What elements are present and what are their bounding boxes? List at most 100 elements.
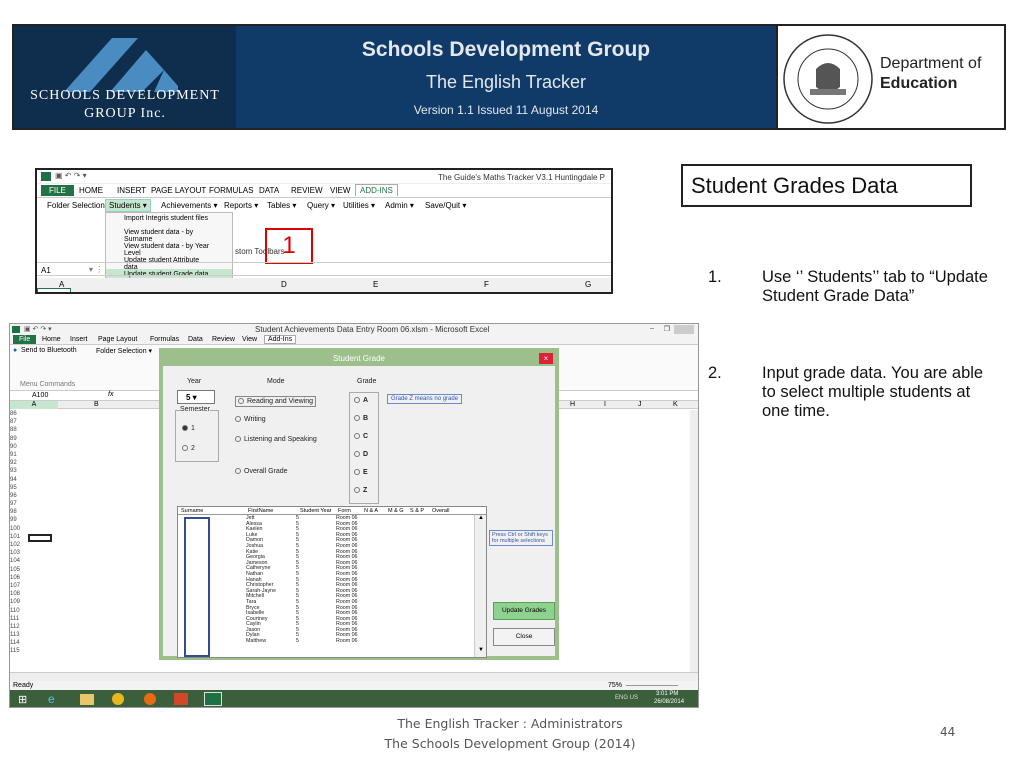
main-folder-selection[interactable]: Folder Selection ▾: [96, 347, 152, 355]
dropdown-view-surname[interactable]: View student data - by Surname: [106, 227, 232, 243]
grade-z-radio[interactable]: Z: [354, 487, 367, 494]
row-number[interactable]: 101: [10, 533, 24, 541]
main-col-a[interactable]: A: [10, 401, 58, 409]
col-header-d[interactable]: D: [281, 280, 287, 289]
scroll-down-icon[interactable]: ▼: [478, 647, 484, 653]
menu-admin[interactable]: Admin ▾: [385, 201, 414, 210]
scroll-up-icon[interactable]: ▲: [478, 515, 484, 521]
grade-b-radio[interactable]: B: [354, 415, 368, 422]
row-number[interactable]: 94: [10, 476, 24, 484]
main-tab-file[interactable]: File: [13, 335, 37, 344]
row-number[interactable]: 110: [10, 607, 24, 615]
main-col-h[interactable]: H: [570, 401, 575, 408]
row-number[interactable]: 90: [10, 443, 24, 451]
name-box[interactable]: A1: [41, 266, 51, 275]
zoom-slider[interactable]: [626, 685, 678, 686]
col-header-g[interactable]: G: [585, 280, 591, 289]
mode-writing-radio[interactable]: Writing: [235, 416, 266, 423]
send-to-bluetooth[interactable]: Send to Bluetooth: [21, 347, 77, 354]
row-number[interactable]: 105: [10, 566, 24, 574]
main-tab-view[interactable]: View: [242, 336, 257, 343]
row-number[interactable]: 108: [10, 590, 24, 598]
excel-taskbar-icon[interactable]: [204, 692, 222, 706]
year-select[interactable]: 5 ▾: [177, 390, 215, 404]
powerpoint-icon[interactable]: [174, 693, 188, 705]
row-number[interactable]: 100: [10, 525, 24, 533]
tab-review[interactable]: REVIEW: [291, 186, 323, 195]
main-tab-review[interactable]: Review: [212, 336, 235, 343]
vertical-scrollbar[interactable]: [690, 410, 698, 672]
row-number[interactable]: 98: [10, 508, 24, 516]
row-number[interactable]: 91: [10, 451, 24, 459]
menu-save-quit[interactable]: Save/Quit ▾: [425, 201, 466, 210]
selected-cell[interactable]: [37, 288, 71, 292]
row-number[interactable]: 89: [10, 435, 24, 443]
row-number[interactable]: 99: [10, 516, 24, 524]
dialog-close-icon[interactable]: ×: [539, 353, 553, 364]
menu-utilities[interactable]: Utilities ▾: [343, 201, 375, 210]
col-header-e[interactable]: E: [373, 280, 378, 289]
main-tab-data[interactable]: Data: [188, 336, 203, 343]
minimize-icon[interactable]: –: [650, 325, 654, 332]
firefox-icon[interactable]: [144, 693, 156, 705]
close-window-icon[interactable]: [674, 325, 694, 334]
mode-reading-radio[interactable]: Reading and Viewing: [235, 396, 317, 407]
row-number[interactable]: 111: [10, 615, 24, 623]
file-explorer-icon[interactable]: [80, 694, 94, 705]
row-number[interactable]: 97: [10, 500, 24, 508]
student-table[interactable]: Jett 5 Room 06 Alessa 5 Room 06 Kaelen 5 Room 06…: [244, 515, 360, 645]
tab-insert[interactable]: INSERT: [117, 186, 146, 195]
semester-2-radio[interactable]: 2: [182, 445, 195, 452]
row-number[interactable]: 104: [10, 557, 24, 565]
main-tab-page-layout[interactable]: Page Layout: [98, 336, 137, 343]
bluetooth-icon[interactable]: ●: [13, 347, 17, 354]
menu-tables[interactable]: Tables ▾: [267, 201, 296, 210]
list-scrollbar[interactable]: ▲ ▼: [474, 515, 486, 657]
main-tab-home[interactable]: Home: [42, 336, 61, 343]
row-number[interactable]: 88: [10, 426, 24, 434]
dropdown-view-year[interactable]: View student data - by Year Level: [106, 241, 232, 257]
tab-add-ins[interactable]: ADD-INS: [355, 184, 398, 196]
update-grades-button[interactable]: Update Grades: [493, 602, 555, 620]
main-tab-formulas[interactable]: Formulas: [150, 336, 179, 343]
restore-icon[interactable]: ❐: [664, 325, 670, 333]
mode-listening-radio[interactable]: Listening and Speaking: [235, 436, 317, 443]
active-cell[interactable]: [28, 534, 52, 542]
menu-students[interactable]: Students ▾: [105, 199, 151, 212]
dropdown-import[interactable]: Import Integris student files: [106, 213, 232, 227]
main-col-i[interactable]: I: [604, 401, 606, 408]
main-col-j[interactable]: J: [638, 401, 642, 408]
semester-1-radio[interactable]: 1: [182, 425, 195, 432]
ie-icon[interactable]: e: [48, 692, 55, 706]
function-icon[interactable]: fx: [108, 391, 113, 398]
close-button[interactable]: Close: [493, 628, 555, 646]
student-list[interactable]: Surname FirstName Student Year Form N & …: [177, 506, 487, 658]
table-row[interactable]: Matthew 5 Room 06: [244, 638, 360, 645]
tab-view[interactable]: VIEW: [330, 186, 350, 195]
tab-page-layout[interactable]: PAGE LAYOUT: [151, 186, 206, 195]
menu-query[interactable]: Query ▾: [307, 201, 335, 210]
row-number[interactable]: 109: [10, 598, 24, 606]
menu-folder-selection[interactable]: Folder Selection ▾: [47, 201, 111, 210]
row-number[interactable]: 115: [10, 647, 24, 655]
main-tab-add-ins[interactable]: Add-Ins: [264, 335, 297, 344]
row-number[interactable]: 102: [10, 541, 24, 549]
name-box-dropdown-icon[interactable]: ▾ ⋮: [89, 265, 103, 274]
zoom-level[interactable]: 75%: [608, 682, 622, 689]
mode-overall-radio[interactable]: Overall Grade: [235, 468, 288, 475]
main-col-k[interactable]: K: [673, 401, 678, 408]
tab-file[interactable]: FILE: [41, 185, 74, 196]
grade-d-radio[interactable]: D: [354, 451, 368, 458]
row-number[interactable]: 113: [10, 631, 24, 639]
row-number[interactable]: 96: [10, 492, 24, 500]
row-number[interactable]: 92: [10, 459, 24, 467]
row-number[interactable]: 87: [10, 418, 24, 426]
row-number[interactable]: 107: [10, 582, 24, 590]
main-col-b[interactable]: B: [94, 401, 99, 408]
grade-e-radio[interactable]: E: [354, 469, 368, 476]
row-number[interactable]: 106: [10, 574, 24, 582]
windows-start-icon[interactable]: ⊞: [18, 693, 27, 706]
grade-a-radio[interactable]: A: [354, 397, 368, 404]
row-number[interactable]: 112: [10, 623, 24, 631]
main-name-box[interactable]: A100: [32, 392, 48, 399]
